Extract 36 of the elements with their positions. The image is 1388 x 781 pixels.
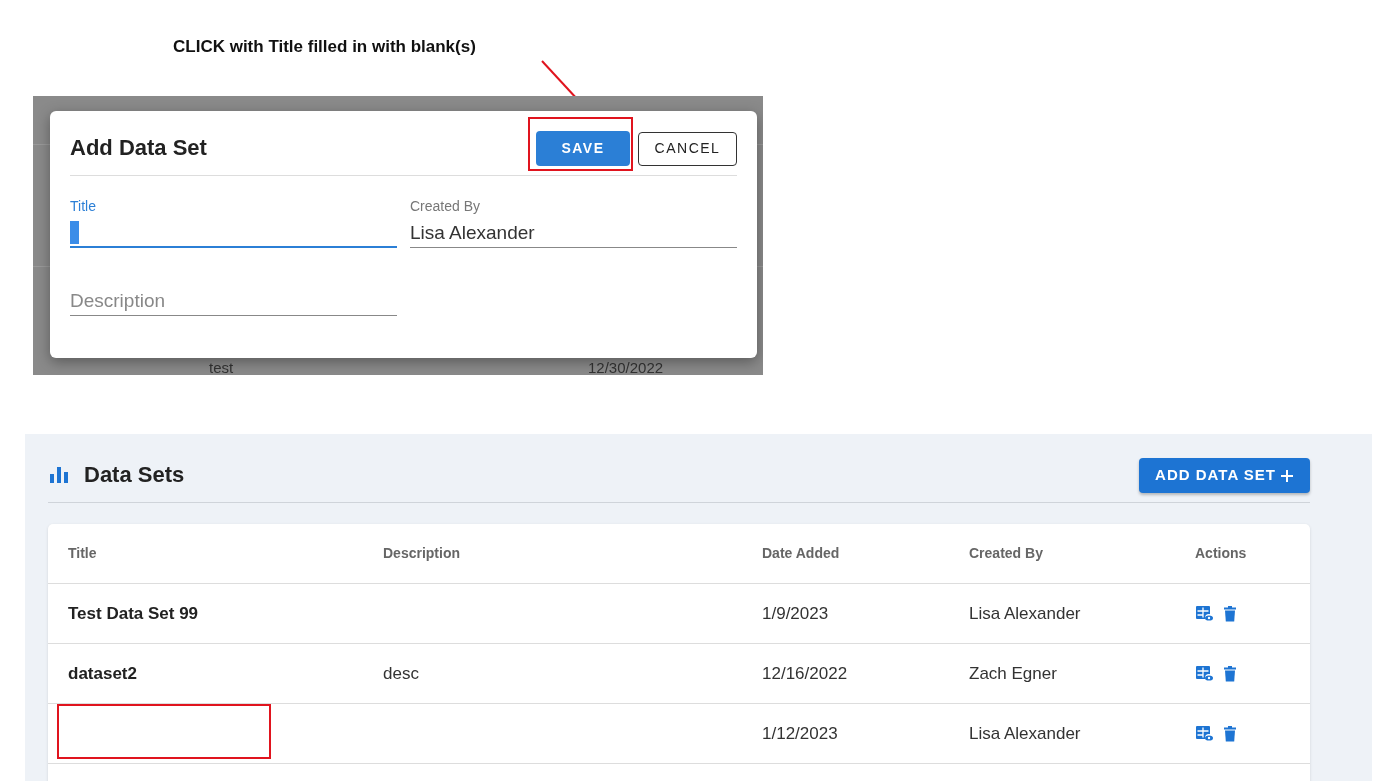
text-cursor [70, 221, 79, 244]
cancel-button[interactable]: CANCEL [638, 131, 737, 166]
input-field[interactable] [70, 218, 397, 248]
table-view-icon[interactable] [1196, 665, 1214, 682]
table-cell-text: 1/12/2023 [762, 722, 839, 745]
column-header: Title [68, 544, 98, 563]
column-header: Created By [969, 544, 1044, 563]
trash-icon[interactable] [1224, 605, 1236, 622]
add-data-set-button[interactable]: ADD DATA SET [1139, 458, 1310, 493]
page-title: Data Sets [84, 462, 185, 489]
table-cell-text: 12/16/2022 [762, 662, 849, 685]
bar-chart-icon [48, 465, 70, 486]
input-field[interactable]: Lisa Alexander [410, 218, 737, 248]
background-cell: 12/30/2022 [588, 361, 664, 375]
column-header: Actions [1195, 544, 1248, 563]
input-field[interactable]: Description [70, 286, 397, 316]
table-cell-text: Zach Egner [969, 662, 1058, 685]
trash-icon[interactable] [1224, 725, 1236, 742]
column-header: Date Added [762, 544, 841, 563]
dialog-title: Add Data Set [70, 135, 207, 162]
table-cell-text: 1/9/2023 [762, 602, 830, 625]
background-cell: test [209, 361, 234, 375]
table-cell-text: Lisa Alexander [969, 722, 1082, 745]
field-label: Title [70, 198, 96, 215]
table-view-icon[interactable] [1196, 725, 1214, 742]
column-header: Description [383, 544, 461, 563]
table-cell-text: Test Data Set 99 [68, 602, 200, 625]
table-view-icon[interactable] [1196, 605, 1214, 622]
table-cell-text: Lisa Alexander [969, 602, 1082, 625]
field-label: Created By [410, 198, 481, 215]
trash-icon[interactable] [1224, 665, 1236, 682]
save-button[interactable]: SAVE [536, 131, 630, 166]
annotation-text: CLICK with Title filled in with blank(s) [173, 37, 476, 56]
plus-icon [1280, 468, 1294, 483]
table-cell-text: dataset2 [68, 662, 138, 685]
table-cell-text: desc [383, 662, 420, 685]
